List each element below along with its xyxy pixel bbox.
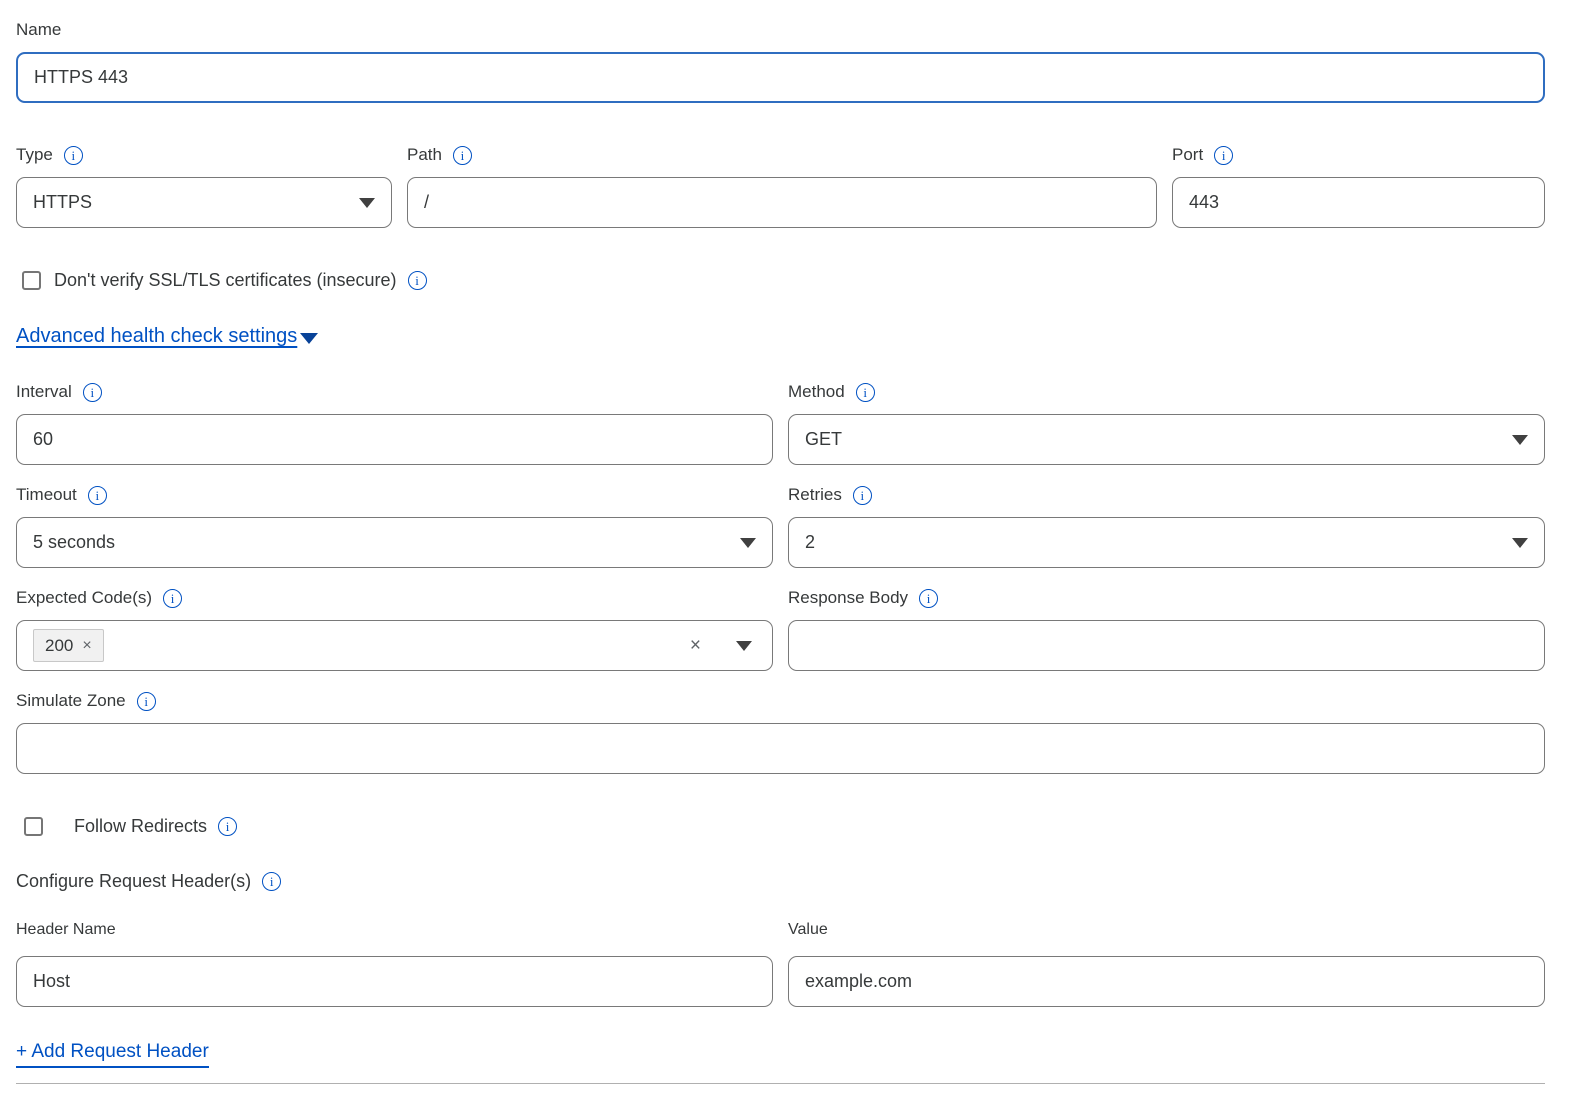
- interval-input[interactable]: [16, 414, 773, 465]
- type-label-text: Type: [16, 145, 53, 165]
- request-header-row: Header Name Value: [16, 921, 1545, 1007]
- method-label: Method i: [788, 382, 1545, 402]
- response-body-label: Response Body i: [788, 588, 1545, 608]
- timeout-label: Timeout i: [16, 485, 773, 505]
- interval-label-text: Interval: [16, 382, 72, 402]
- expected-codes-label-text: Expected Code(s): [16, 588, 152, 608]
- clear-all-icon[interactable]: ×: [690, 635, 701, 657]
- health-check-form: Name Type i HTTPS Path i Port i: [0, 0, 1570, 1114]
- port-input[interactable]: [1172, 177, 1545, 228]
- simulate-zone-label: Simulate Zone i: [16, 691, 1545, 711]
- timeout-select[interactable]: 5 seconds: [16, 517, 773, 568]
- response-body-label-text: Response Body: [788, 588, 908, 608]
- chevron-down-icon: [300, 333, 318, 344]
- retries-label-text: Retries: [788, 485, 842, 505]
- path-label-text: Path: [407, 145, 442, 165]
- header-name-label-text: Header Name: [16, 921, 116, 939]
- chevron-down-icon: [740, 538, 756, 548]
- expected-codes-multiselect[interactable]: 200 × ×: [16, 620, 773, 671]
- path-info-icon[interactable]: i: [453, 146, 472, 165]
- retries-label: Retries i: [788, 485, 1545, 505]
- request-headers-info-icon[interactable]: i: [262, 872, 281, 891]
- port-label: Port i: [1172, 145, 1545, 165]
- header-name-input[interactable]: [16, 956, 773, 1007]
- chevron-down-icon: [1512, 538, 1528, 548]
- expected-codes-label: Expected Code(s) i: [16, 588, 773, 608]
- header-value-label-text: Value: [788, 921, 828, 939]
- name-label-text: Name: [16, 20, 61, 40]
- ssl-verify-info-icon[interactable]: i: [408, 271, 427, 290]
- chevron-down-icon[interactable]: [736, 641, 752, 651]
- expected-codes-info-icon[interactable]: i: [163, 589, 182, 608]
- type-info-icon[interactable]: i: [64, 146, 83, 165]
- follow-redirects-info-icon[interactable]: i: [218, 817, 237, 836]
- chevron-down-icon: [1512, 435, 1528, 445]
- type-label: Type i: [16, 145, 392, 165]
- add-request-header-link[interactable]: + Add Request Header: [16, 1041, 209, 1068]
- timeout-info-icon[interactable]: i: [88, 486, 107, 505]
- chevron-down-icon: [359, 198, 375, 208]
- method-label-text: Method: [788, 382, 845, 402]
- path-input[interactable]: [407, 177, 1157, 228]
- retries-select[interactable]: 2: [788, 517, 1545, 568]
- header-value-input[interactable]: [788, 956, 1545, 1007]
- follow-redirects-checkbox-row: Follow Redirects i: [16, 816, 1545, 837]
- timeout-select-value: 5 seconds: [33, 532, 728, 553]
- header-name-label: Header Name: [16, 921, 773, 939]
- type-select[interactable]: HTTPS: [16, 177, 392, 228]
- expected-code-tag: 200 ×: [33, 629, 104, 662]
- timeout-label-text: Timeout: [16, 485, 77, 505]
- path-label: Path i: [407, 145, 1157, 165]
- section-divider: [16, 1083, 1545, 1084]
- follow-redirects-checkbox[interactable]: [24, 817, 43, 836]
- remove-tag-icon[interactable]: ×: [82, 637, 91, 655]
- header-value-label: Value: [788, 921, 1545, 939]
- method-select-value: GET: [805, 429, 1500, 450]
- simulate-zone-label-text: Simulate Zone: [16, 691, 126, 711]
- response-body-input[interactable]: [788, 620, 1545, 671]
- method-info-icon[interactable]: i: [856, 383, 875, 402]
- request-headers-section-title: Configure Request Header(s) i: [16, 871, 1545, 892]
- retries-info-icon[interactable]: i: [853, 486, 872, 505]
- advanced-settings-link-text: Advanced health check settings: [16, 325, 297, 348]
- port-label-text: Port: [1172, 145, 1203, 165]
- ssl-verify-checkbox-label: Don't verify SSL/TLS certificates (insec…: [54, 270, 397, 291]
- retries-select-value: 2: [805, 532, 1500, 553]
- request-headers-section-title-text: Configure Request Header(s): [16, 871, 251, 892]
- interval-label: Interval i: [16, 382, 773, 402]
- follow-redirects-checkbox-label: Follow Redirects: [74, 816, 207, 837]
- port-info-icon[interactable]: i: [1214, 146, 1233, 165]
- simulate-zone-info-icon[interactable]: i: [137, 692, 156, 711]
- expected-code-tag-text: 200: [45, 636, 73, 656]
- name-label: Name: [16, 20, 1545, 40]
- simulate-zone-input[interactable]: [16, 723, 1545, 774]
- name-input[interactable]: [16, 52, 1545, 103]
- response-body-info-icon[interactable]: i: [919, 589, 938, 608]
- ssl-verify-checkbox[interactable]: [22, 271, 41, 290]
- interval-info-icon[interactable]: i: [83, 383, 102, 402]
- ssl-verify-checkbox-row: Don't verify SSL/TLS certificates (insec…: [16, 270, 1545, 291]
- type-select-value: HTTPS: [33, 192, 347, 213]
- method-select[interactable]: GET: [788, 414, 1545, 465]
- advanced-settings-link[interactable]: Advanced health check settings: [16, 325, 318, 348]
